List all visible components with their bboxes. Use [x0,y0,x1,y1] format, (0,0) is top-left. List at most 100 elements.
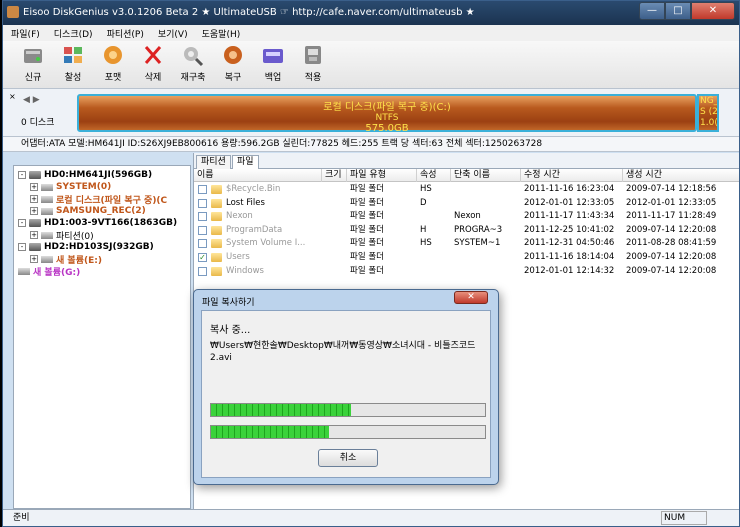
toolbar-apply-button[interactable]: 적용 [293,41,333,87]
recover-icon [220,43,246,67]
tree-item-label: 파티션(0) [56,231,94,242]
disk-label: 0 디스크 [21,118,55,128]
tree-item[interactable]: + 로컬 디스크(파일 복구 중)(C [30,193,167,206]
file-checkbox[interactable] [198,198,207,208]
file-checkbox[interactable] [198,185,207,194]
partition-block-side[interactable]: NG_ S (2 1.0( [697,94,719,132]
partition-fs: NTFS [375,113,399,123]
tree-item[interactable]: 새 볼륨(G:) [18,265,80,278]
file-checkbox[interactable] [198,239,207,249]
menu-disk[interactable]: 디스크(D) [54,27,93,40]
toolbar-format-button[interactable]: 포맷 [93,41,133,87]
folder-icon [211,266,222,276]
expand-icon[interactable]: + [30,207,38,215]
col-size[interactable]: 크기 [322,169,347,182]
file-ctime: 2009-07-14 12:20:08 [626,265,717,276]
apply-icon [300,43,326,67]
collapse-icon[interactable]: - [18,219,26,227]
file-row[interactable]: $Recycle.Bin 파일 폴더 HS 2011-11-16 16:23:04 20… [194,183,739,196]
file-checkbox[interactable] [198,225,207,235]
tree-item[interactable]: + SAMSUNG_REC(2) [30,205,146,217]
title-bar[interactable]: Eisoo DiskGenius v3.0.1206 Beta 2 ★ Ulti… [3,1,739,25]
toolbar-grid-button[interactable]: 찰성 [53,41,93,87]
num-lock-indicator: NUM [661,511,707,525]
file-type: 파일 폴더 [350,197,384,208]
file-row[interactable]: Lost Files 파일 폴더 D 2012-01-01 12:33:05 2012-… [194,197,739,210]
file-short: Nexon [454,211,481,222]
file-checkbox[interactable] [198,266,207,276]
col-attr[interactable]: 속성 [417,169,451,182]
dialog-close-button[interactable]: ✕ [454,291,488,304]
tab-bar: 파티션 파일 [194,153,739,169]
toolbar-rebuild-button[interactable]: 재구축 [173,41,213,87]
hard-disk-icon [29,171,41,179]
menu-partition[interactable]: 파티션(P) [107,27,144,40]
toolbar-grid-label: 찰성 [64,73,82,83]
file-type: 파일 폴더 [350,252,384,262]
tree-item[interactable]: + 새 볼륨(E:) [30,253,102,266]
toolbar-rebuild-label: 재구축 [180,73,206,83]
copy-path: ₩Users₩현한솔₩Desktop₩내꺼₩동영상₩소녀시대 - 비틀즈코드2.… [210,341,476,363]
copy-status: 복사 중... [210,325,251,336]
tree-item[interactable]: - HD1:003-9VT166(1863GB) [18,217,177,229]
file-type: 파일 폴더 [350,184,384,194]
col-ctime[interactable]: 생성 시간 [623,169,739,182]
disk-nav-arrows[interactable]: ◀ ▶ [23,95,40,105]
file-checkbox[interactable] [198,212,207,222]
tree-item[interactable]: - HD0:HM641JI(596GB) [18,169,152,181]
expand-icon[interactable]: + [30,231,38,239]
file-ctime: 2009-07-14 12:20:08 [626,252,717,262]
format-icon [100,43,126,67]
toolbar-backup-button[interactable]: 백업 [253,41,293,87]
menu-view[interactable]: 보기(V) [158,27,188,40]
toolbar-delete-button[interactable]: 삭제 [133,41,173,87]
file-type: 파일 폴더 [350,224,384,235]
file-row[interactable]: System Volume I... 파일 폴더 HS SYSTEM~1 2011-12… [194,237,739,250]
file-mtime: 2011-12-25 10:41:02 [524,224,615,235]
tab-partition[interactable]: 파티션 [196,155,231,169]
file-row[interactable]: ✓ Users 파일 폴더 2011-11-16 18:14:04 2009-07-14… [194,251,739,264]
volume-icon [18,267,30,275]
minimize-button[interactable]: — [639,2,665,20]
toolbar-recover-button[interactable]: 복구 [213,41,253,87]
col-mtime[interactable]: 수정 시간 [521,169,623,182]
tree-item[interactable]: + 파티션(0) [30,229,94,242]
menu-help[interactable]: 도움말(H) [202,27,241,40]
file-ctime: 2011-11-17 11:28:49 [626,211,717,222]
expand-icon[interactable]: + [30,195,38,203]
collapse-icon[interactable]: - [18,171,26,179]
file-row[interactable]: Nexon 파일 폴더 Nexon 2011-11-17 11:43:34 2011-1… [194,210,739,223]
toolbar-new-button[interactable]: 신규 [13,41,53,87]
collapse-icon[interactable]: - [18,243,26,251]
volume-icon [41,195,53,203]
maximize-button[interactable]: □ [665,2,691,20]
volume-icon [41,255,53,263]
file-row[interactable]: ProgramData 파일 폴더 H PROGRA~3 2011-12-25 10:4… [194,224,739,237]
hard-disk-icon [29,243,41,251]
tree-item[interactable]: - HD2:HD103SJ(932GB) [18,241,154,253]
col-type[interactable]: 파일 유형 [347,169,417,182]
toolbar-format-label: 포맷 [104,73,122,83]
disk-info-bar: 어댑터:ATA 모델:HM641JI ID:S26XJ9EB800616 용량:… [3,137,739,152]
tree-item[interactable]: + SYSTEM(0) [30,181,111,193]
expand-icon[interactable]: + [30,183,38,191]
file-progress-bar [210,403,486,417]
tree-item-label: HD2:HD103SJ(932GB) [44,242,154,252]
menu-file[interactable]: 파일(F) [11,27,40,40]
file-checkbox[interactable]: ✓ [198,253,207,262]
file-row[interactable]: Windows 파일 폴더 2012-01-01 12:14:32 2009-07-1… [194,265,739,278]
col-name[interactable]: 이름 [194,169,322,182]
folder-icon [211,198,222,208]
column-header: 이름 크기 파일 유형 속성 단축 이름 수정 시간 생성 시간 [194,169,739,182]
partition-block-c[interactable]: 로컬 디스크(파일 복구 중)(C:) NTFS 575.0GB [77,94,697,134]
close-button[interactable]: ✕ [691,2,735,20]
file-attr: H [420,224,427,235]
col-short[interactable]: 단축 이름 [451,169,521,182]
tab-files[interactable]: 파일 [232,155,259,169]
file-short: SYSTEM~1 [454,238,501,249]
diskmap-close-icon[interactable]: × [9,92,16,101]
side-line-2: S (2 [700,107,718,117]
cancel-button[interactable]: 취소 [318,449,378,467]
expand-icon[interactable]: + [30,255,38,263]
rebuild-icon [180,43,206,67]
